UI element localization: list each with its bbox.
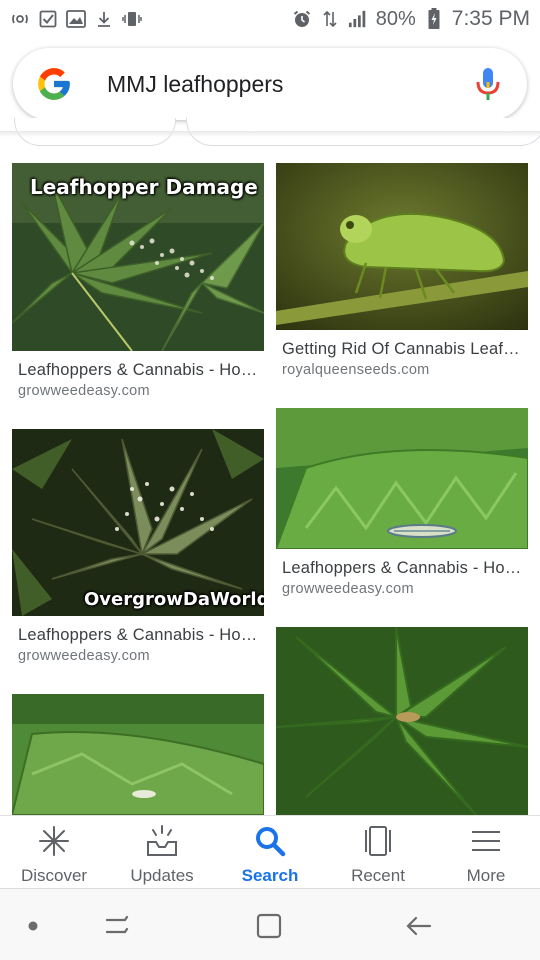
nav-label: Recent <box>351 866 405 885</box>
image-result[interactable]: Leafhoppers & Cannabis - Ho… growweedeas… <box>276 408 528 597</box>
google-logo-icon <box>38 68 70 100</box>
result-domain: growweedeasy.com <box>282 581 414 597</box>
image-result[interactable] <box>12 694 264 815</box>
assistant-dot-button[interactable] <box>18 911 48 941</box>
image-result[interactable]: Leafhopper Damage Leafhoppers & Cannabis… <box>12 163 264 399</box>
thumbnail-caption: OvergrowDaWorld <box>84 589 264 610</box>
google-app-screen: 80% 7:35 PM MMJ leafhoppers Leafhopper D… <box>0 0 540 960</box>
status-bar: 80% 7:35 PM <box>0 0 540 38</box>
nav-item-recent[interactable]: Recent <box>324 816 432 889</box>
thumbnail-caption: Leafhopper Damage <box>30 175 258 199</box>
nav-label: More <box>466 866 506 885</box>
result-thumbnail[interactable] <box>276 408 528 549</box>
result-domain: growweedeasy.com <box>18 383 150 399</box>
hotspot-icon <box>10 9 30 29</box>
status-system: 80% 7:35 PM <box>292 7 530 31</box>
recent-cards-icon <box>365 826 391 856</box>
result-title[interactable]: Leafhoppers & Cannabis - Ho… <box>282 559 522 578</box>
image-result[interactable]: OvergrowDaWorld Leafhoppers & Cannabis -… <box>12 429 264 664</box>
dot-icon <box>28 921 38 931</box>
microphone-icon[interactable] <box>475 66 501 102</box>
result-title[interactable]: Leafhoppers & Cannabis - Ho… <box>18 361 258 380</box>
nav-item-search[interactable]: Search <box>216 816 324 889</box>
result-thumbnail[interactable] <box>12 694 264 815</box>
battery-percent: 80% <box>375 7 416 30</box>
result-domain: royalqueenseeds.com <box>282 362 430 378</box>
signal-icon <box>348 9 368 29</box>
menu-icon <box>472 831 500 851</box>
checkbox-icon <box>38 9 58 29</box>
result-thumbnail[interactable]: Leafhopper Damage <box>12 163 264 351</box>
search-query-text[interactable]: MMJ leafhoppers <box>107 71 475 98</box>
image-result[interactable]: Getting Rid Of Cannabis Leaf… royalqueen… <box>276 163 528 378</box>
search-bar[interactable]: MMJ leafhoppers <box>13 48 527 120</box>
back-button[interactable] <box>404 911 434 941</box>
battery-icon <box>424 8 444 29</box>
nav-item-discover[interactable]: Discover <box>0 816 108 889</box>
image-icon <box>66 9 86 29</box>
result-thumbnail[interactable]: OvergrowDaWorld <box>12 429 264 616</box>
nav-label: Search <box>241 866 299 885</box>
result-thumbnail[interactable] <box>276 627 528 815</box>
result-domain: growweedeasy.com <box>18 648 150 664</box>
back-arrow-icon <box>406 916 432 936</box>
download-icon <box>94 9 114 29</box>
result-title[interactable]: Getting Rid Of Cannabis Leaf… <box>282 340 522 359</box>
nav-item-more[interactable]: More <box>432 816 540 889</box>
nav-item-updates[interactable]: Updates <box>108 816 216 889</box>
vibrate-icon <box>122 9 142 29</box>
clock-time: 7:35 PM <box>451 7 530 30</box>
data-transfer-icon <box>320 9 340 29</box>
home-icon <box>256 913 282 939</box>
search-icon <box>256 827 286 857</box>
recents-button[interactable] <box>102 911 132 941</box>
asterisk-icon <box>39 826 69 856</box>
recents-icon <box>105 915 129 934</box>
result-title[interactable]: Leafhoppers & Cannabis - Ho… <box>18 626 258 645</box>
inbox-icon <box>147 825 177 856</box>
result-thumbnail[interactable] <box>276 163 528 330</box>
status-notifications <box>10 9 142 29</box>
nav-label: Updates <box>130 866 194 885</box>
home-button[interactable] <box>254 911 284 941</box>
bottom-navigation: Discover Updates Search Recent More <box>0 815 540 889</box>
image-result[interactable] <box>276 627 528 815</box>
system-navigation-bar <box>0 889 540 960</box>
nav-label: Discover <box>20 866 88 885</box>
alarm-icon <box>292 9 312 29</box>
results-divider <box>0 131 540 137</box>
